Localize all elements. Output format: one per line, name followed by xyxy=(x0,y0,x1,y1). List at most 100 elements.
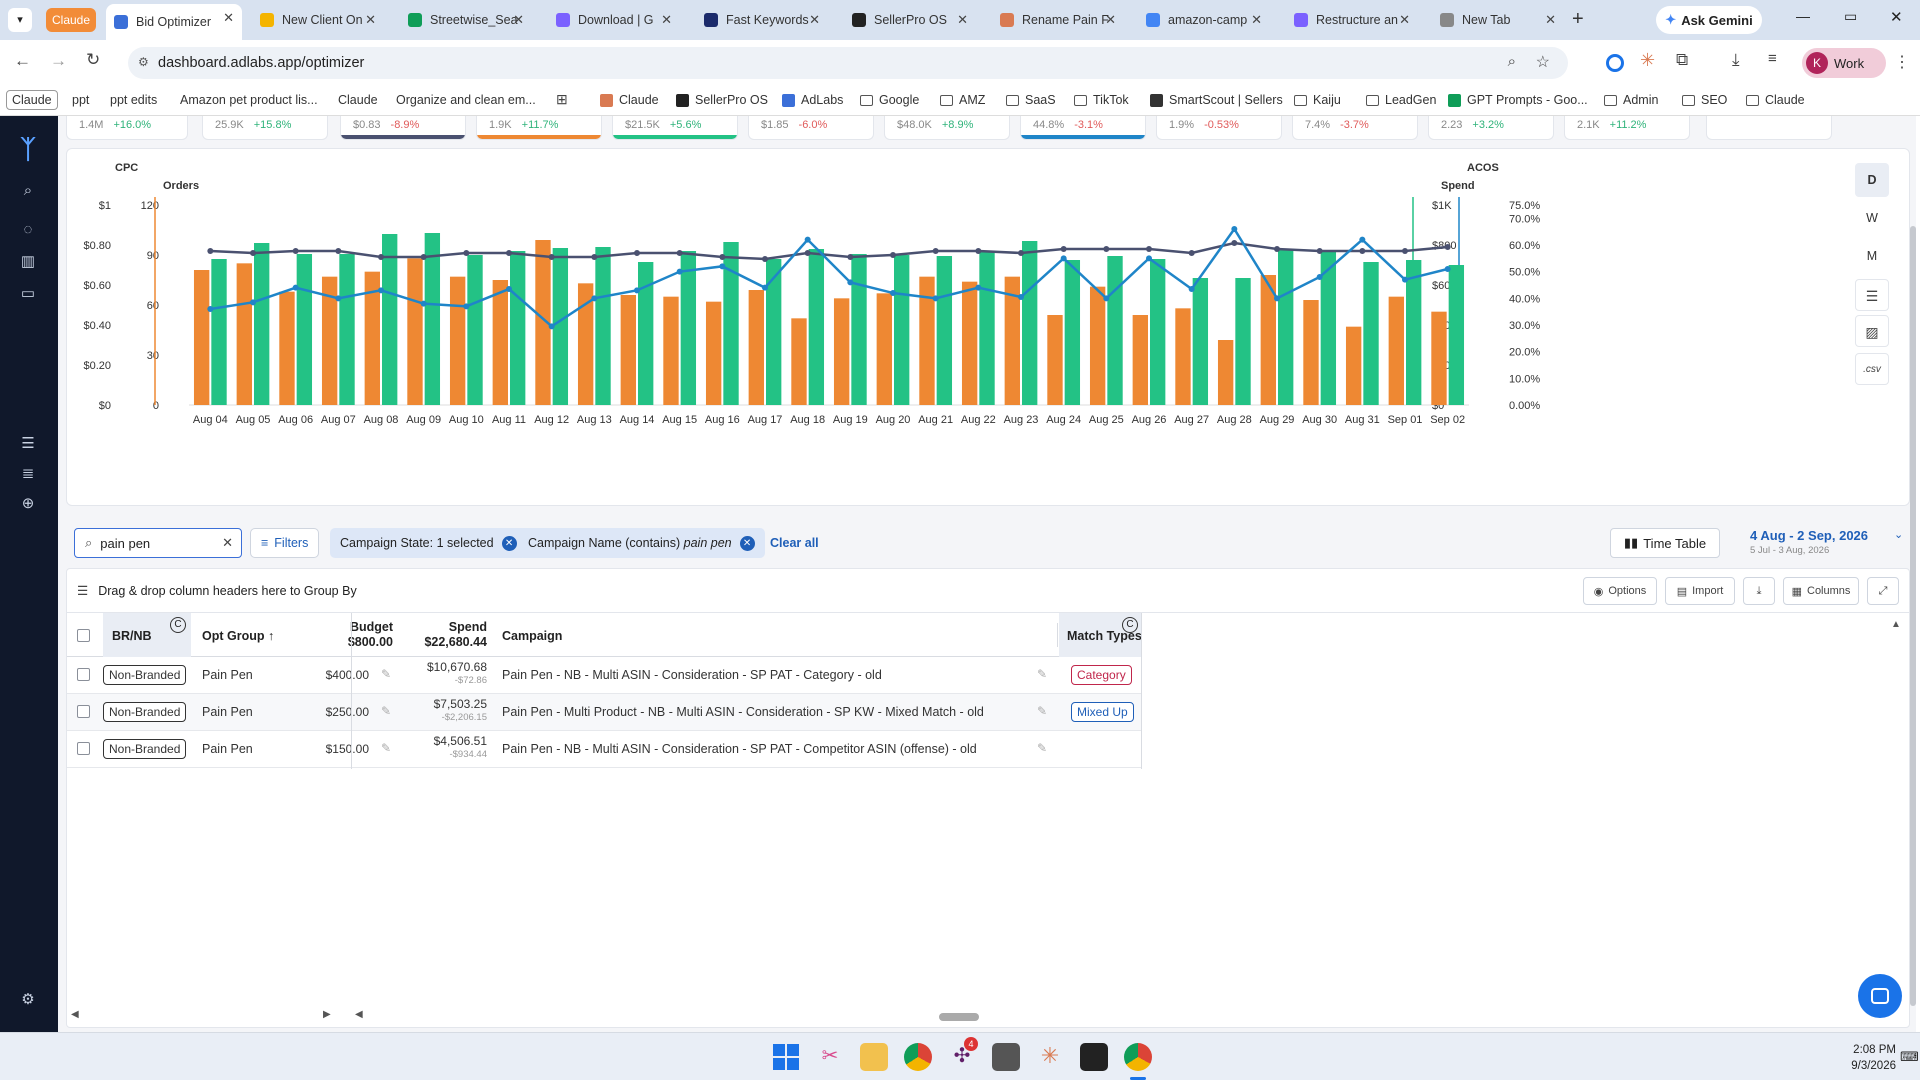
kpi-card[interactable]: $21.5K +5.6% xyxy=(612,116,738,140)
acos-point[interactable] xyxy=(591,295,598,302)
cpc-point[interactable] xyxy=(1444,244,1451,250)
cpc-point[interactable] xyxy=(548,254,555,260)
spend-bar[interactable] xyxy=(979,251,995,405)
bookmark-item[interactable]: Kaiju xyxy=(1294,90,1341,110)
spend-bar[interactable] xyxy=(680,251,697,405)
kpi-card[interactable]: 25.9K +15.8% xyxy=(202,116,328,140)
browser-tab[interactable]: New Tab ✕ xyxy=(1432,6,1564,34)
spend-bar[interactable] xyxy=(1448,265,1465,405)
campaign-name-chip[interactable]: Campaign Name (contains) pain pen ✕ xyxy=(518,528,765,558)
ask-gemini-button[interactable]: ✦ Ask Gemini xyxy=(1656,6,1762,34)
acos-point[interactable] xyxy=(1188,286,1195,292)
cpc-point[interactable] xyxy=(292,248,299,254)
acos-point[interactable] xyxy=(1316,274,1323,280)
edit-pencil-icon[interactable]: ✎ xyxy=(381,667,391,681)
zoom-icon[interactable]: ⌕ xyxy=(1508,53,1516,70)
spend-bar[interactable] xyxy=(1278,249,1294,405)
close-tab-icon[interactable]: ✕ xyxy=(365,12,376,28)
acos-point[interactable] xyxy=(804,236,811,243)
spend-bar[interactable] xyxy=(1235,278,1251,405)
spend-bar[interactable] xyxy=(1022,241,1038,405)
bookmark-item[interactable]: AdLabs xyxy=(782,90,843,110)
bookmark-item[interactable]: ppt edits xyxy=(110,90,157,110)
cpc-point[interactable] xyxy=(1188,250,1195,256)
windows-start-icon[interactable] xyxy=(772,1043,800,1071)
cpc-point[interactable] xyxy=(1359,248,1366,254)
bookmark-item[interactable]: GPT Prompts - Goo... xyxy=(1448,90,1588,110)
close-tab-icon[interactable]: ✕ xyxy=(1545,12,1556,28)
row-checkbox[interactable] xyxy=(77,705,90,718)
browser-tab[interactable]: Rename Pain F ✕ xyxy=(992,6,1124,34)
bookmark-item[interactable]: SmartScout | Sellers xyxy=(1150,90,1283,110)
acos-point[interactable] xyxy=(1018,294,1024,300)
notifications-icon[interactable]: ⌨ xyxy=(1900,1049,1919,1065)
period-button-m[interactable]: M xyxy=(1855,239,1889,273)
orders-bar[interactable] xyxy=(449,276,466,405)
kpi-card[interactable]: 2.1K +11.2% xyxy=(1564,116,1690,140)
orders-bar[interactable] xyxy=(193,270,210,405)
acos-point[interactable] xyxy=(207,306,214,312)
import-button[interactable]: ▤ Import xyxy=(1665,577,1735,605)
scroll-left-arrow-icon[interactable]: ◀ xyxy=(355,1009,363,1020)
time-table-button[interactable]: ▮▮ Time Table xyxy=(1610,528,1720,558)
kpi-card[interactable]: 1.9K +11.7% xyxy=(476,116,602,140)
bookmark-item[interactable]: ppt xyxy=(72,90,89,110)
kpi-card[interactable]: $48.0K +8.9% xyxy=(884,116,1010,140)
edit-pencil-icon[interactable]: ✎ xyxy=(381,704,391,718)
acos-point[interactable] xyxy=(1444,266,1451,272)
acos-point[interactable] xyxy=(719,263,726,270)
bookmark-item[interactable]: Organize and clean em... xyxy=(396,90,536,110)
forward-icon[interactable]: → xyxy=(50,51,67,71)
close-tab-icon[interactable]: ✕ xyxy=(809,12,820,28)
chat-support-button[interactable] xyxy=(1858,974,1902,1018)
acos-point[interactable] xyxy=(1103,295,1110,302)
lightbulb-icon[interactable]: ◌ xyxy=(18,221,38,239)
orders-bar[interactable] xyxy=(876,293,892,405)
campaign-name-cell[interactable]: Pain Pen - Multi Product - NB - Multi AS… xyxy=(502,705,984,719)
date-range-picker[interactable]: 4 Aug - 2 Sep, 2026 5 Jul - 3 Aug, 2026 xyxy=(1750,528,1890,556)
cpc-point[interactable] xyxy=(676,250,683,256)
kpi-card[interactable]: 1.9% -0.53% xyxy=(1156,116,1282,140)
table-row[interactable]: Non-Branded Pain Pen $250.00 ✎ $7,503.25 -$2,… xyxy=(67,694,1142,731)
acos-point[interactable] xyxy=(1359,236,1366,243)
spend-bar[interactable] xyxy=(1406,260,1422,405)
spend-bar[interactable] xyxy=(382,234,398,405)
cpc-point[interactable] xyxy=(762,256,768,262)
spend-bar[interactable] xyxy=(808,249,825,405)
options-button[interactable]: ◉ Options xyxy=(1583,577,1657,605)
orders-bar[interactable] xyxy=(1217,340,1234,405)
cpc-point[interactable] xyxy=(1231,240,1238,246)
scroll-up-arrow-icon[interactable]: ▲ xyxy=(1891,619,1901,630)
list-filter-icon[interactable]: ≣ xyxy=(18,464,38,482)
campaign-state-chip[interactable]: Campaign State: 1 selected ✕ xyxy=(330,528,527,558)
cpc-point[interactable] xyxy=(932,248,939,254)
spend-bar[interactable] xyxy=(296,254,313,405)
orders-bar[interactable] xyxy=(236,263,252,405)
browser-tab[interactable]: Download | G ✕ xyxy=(548,6,680,34)
orders-bar[interactable] xyxy=(705,301,722,405)
close-tab-icon[interactable]: ✕ xyxy=(1251,12,1262,28)
file-explorer-icon[interactable] xyxy=(860,1043,888,1071)
row-checkbox[interactable] xyxy=(77,668,90,681)
image-icon[interactable]: ▨ xyxy=(1855,315,1889,347)
orders-bar[interactable] xyxy=(791,318,807,405)
chrome-icon[interactable] xyxy=(904,1043,932,1071)
bookmark-item[interactable]: Claude xyxy=(6,90,58,110)
scroll-left-arrow-icon[interactable]: ◀ xyxy=(71,1009,79,1020)
acos-point[interactable] xyxy=(890,290,896,296)
kpi-card[interactable]: 2.23 +3.2% xyxy=(1428,116,1554,140)
globe-icon[interactable]: ⊕ xyxy=(18,494,38,512)
column-pin-icon[interactable]: C xyxy=(1122,617,1138,633)
spend-bar[interactable] xyxy=(1150,259,1166,405)
bookmark-item[interactable]: TikTok xyxy=(1074,90,1129,110)
orders-bar[interactable] xyxy=(1388,296,1404,405)
spend-bar[interactable] xyxy=(723,242,739,405)
cpc-point[interactable] xyxy=(1018,250,1024,256)
acos-point[interactable] xyxy=(847,279,854,286)
media-icon[interactable]: ≡ xyxy=(1768,50,1777,67)
new-tab-button[interactable]: + xyxy=(1572,8,1584,31)
search-icon[interactable]: ⌕ xyxy=(18,182,38,200)
site-info-icon[interactable]: ⚙ xyxy=(138,55,149,69)
close-tab-icon[interactable]: ✕ xyxy=(661,12,672,28)
spend-bar[interactable] xyxy=(424,233,441,405)
